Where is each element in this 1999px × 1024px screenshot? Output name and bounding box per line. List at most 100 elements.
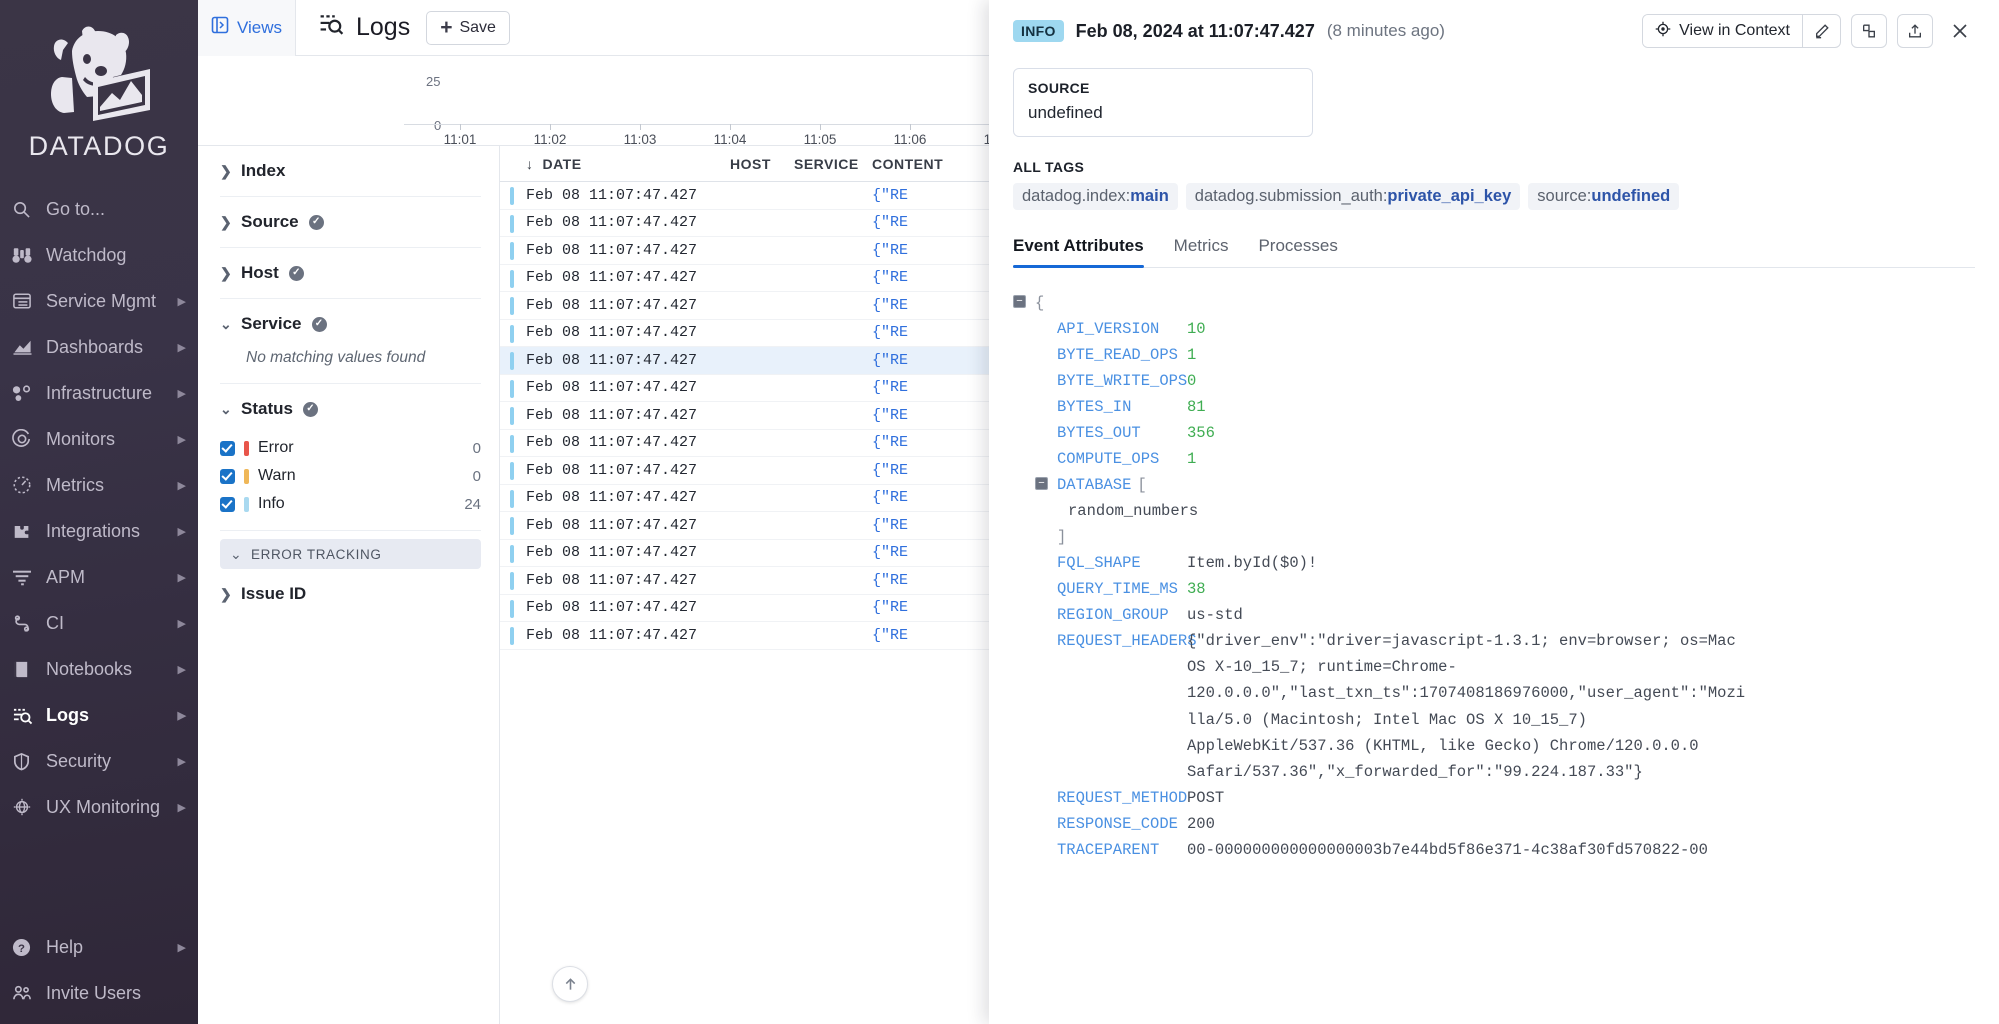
histogram-tick-label: 11:02 — [533, 132, 567, 147]
tab-metrics[interactable]: Metrics — [1174, 236, 1229, 267]
checkbox-icon[interactable] — [220, 468, 235, 484]
views-icon — [211, 16, 229, 39]
view-in-context-group: View in Context — [1642, 14, 1841, 48]
sidebar-item-apm[interactable]: APM ▶ — [0, 554, 198, 600]
nodes-icon — [12, 384, 46, 403]
facet-name: Index — [241, 161, 286, 180]
close-button[interactable] — [1943, 14, 1977, 48]
cell-date: Feb 08 11:07:47.427 — [526, 269, 698, 287]
json-key: DATABASE — [1057, 476, 1132, 495]
datadog-logo[interactable]: DATADOG — [0, 0, 198, 180]
status-color-bar — [244, 440, 249, 456]
json-attribute-row: QUERY_TIME_MS 38 — [1013, 576, 1975, 602]
tab-processes[interactable]: Processes — [1258, 236, 1337, 267]
sidebar-item-help[interactable]: ? Help ▶ — [0, 924, 198, 970]
scroll-to-top-button[interactable] — [552, 966, 588, 1002]
checkbox-icon[interactable] — [220, 440, 235, 456]
chevron-right-icon: ▶ — [177, 341, 186, 354]
sidebar-item-metrics[interactable]: Metrics ▶ — [0, 462, 198, 508]
facet-header[interactable]: ❯ Host ✓ — [220, 248, 481, 298]
facet-name: Status — [241, 399, 293, 418]
chart-icon — [12, 338, 46, 356]
column-header-service[interactable]: SERVICE — [794, 156, 872, 172]
cell-date: Feb 08 11:07:47.427 — [526, 186, 698, 204]
facet-header[interactable]: ❯ Issue ID — [220, 569, 481, 619]
copy-button[interactable] — [1851, 14, 1887, 48]
facet-header[interactable]: ❯ Source ✓ — [220, 197, 481, 247]
chevron-right-icon: ▶ — [177, 571, 186, 584]
sidebar-item-infrastructure[interactable]: Infrastructure ▶ — [0, 370, 198, 416]
chevron-down-icon: ⌄ — [220, 400, 232, 417]
json-attribute-row: REQUEST_HEADERS {"driver_env":"driver=jav… — [1013, 628, 1975, 784]
sidebar-item-label: Service Mgmt — [46, 290, 157, 311]
sidebar-item-ux-monitoring[interactable]: UX Monitoring ▶ — [0, 784, 198, 830]
column-header-date[interactable]: ↓ DATE — [526, 156, 730, 172]
relative-timestamp: (8 minutes ago) — [1326, 21, 1445, 40]
facet-header[interactable]: ⌄ Status ✓ — [220, 384, 481, 434]
facet-header[interactable]: ⌄ Service ✓ — [220, 299, 481, 349]
status-color-bar — [510, 517, 514, 535]
facet-value-count: 24 — [464, 495, 481, 513]
cell-date: Feb 08 11:07:47.427 — [526, 214, 698, 232]
views-button[interactable]: Views — [198, 0, 296, 56]
facet-header[interactable]: ❯ Index — [220, 146, 481, 196]
view-in-context-label: View in Context — [1679, 22, 1790, 39]
sidebar-item-label: CI — [46, 612, 64, 633]
view-in-context-button[interactable]: View in Context — [1643, 15, 1802, 47]
cell-date: Feb 08 11:07:47.427 — [526, 461, 698, 479]
sidebar-item-invite-users[interactable]: Invite Users — [0, 970, 198, 1016]
sidebar-item-watchdog[interactable]: Watchdog — [0, 232, 198, 278]
tag-item[interactable]: source:undefined — [1528, 183, 1680, 210]
sidebar-item-ci[interactable]: CI ▶ — [0, 600, 198, 646]
sidebar-item-dashboards[interactable]: Dashboards ▶ — [0, 324, 198, 370]
tag-item[interactable]: datadog.submission_auth:private_api_key — [1185, 183, 1521, 210]
json-array-row: − DATABASE [ — [1013, 472, 1975, 498]
column-header-host[interactable]: HOST — [730, 156, 794, 172]
facet-name: Host — [241, 263, 279, 282]
facet-value-error[interactable]: Error 0 — [220, 434, 481, 462]
share-button[interactable] — [1897, 14, 1933, 48]
sidebar-item-logs[interactable]: Logs ▶ — [0, 692, 198, 738]
sidebar-item-monitors[interactable]: Monitors ▶ — [0, 416, 198, 462]
sidebar-item-go-to[interactable]: Go to... — [0, 186, 198, 232]
chevron-right-icon: ▶ — [177, 755, 186, 768]
sidebar-item-label: Integrations — [46, 520, 141, 541]
json-value: 38 — [1187, 580, 1206, 599]
save-label: Save — [459, 18, 496, 36]
status-color-bar — [510, 269, 514, 288]
chevron-right-icon: ▶ — [177, 525, 186, 538]
json-value: 00-000000000000000003b7e44bd5f86e371-4c3… — [1187, 840, 1708, 859]
cell-date: Feb 08 11:07:47.427 — [526, 544, 698, 562]
json-key: REQUEST_HEADERS — [1057, 632, 1197, 651]
sidebar-item-service-mgmt[interactable]: Service Mgmt ▶ — [0, 278, 198, 324]
sidebar-item-integrations[interactable]: Integrations ▶ — [0, 508, 198, 554]
json-key: BYTES_IN — [1057, 398, 1132, 417]
collapse-toggle-icon[interactable]: − — [1013, 295, 1026, 308]
collapse-toggle-icon[interactable]: − — [1035, 477, 1048, 491]
sidebar-item-notebooks[interactable]: Notebooks ▶ — [0, 646, 198, 692]
chevron-right-icon: ▶ — [177, 479, 186, 492]
panel-body: SOURCE undefined ALL TAGS datadog.index:… — [989, 62, 1999, 1024]
binoculars-icon — [12, 246, 46, 265]
sidebar-item-label: Monitors — [46, 428, 116, 449]
save-button[interactable]: + Save — [426, 10, 510, 45]
facet-value-info[interactable]: Info 24 — [220, 490, 481, 518]
sidebar-item-security[interactable]: Security ▶ — [0, 738, 198, 784]
tab-event-attributes[interactable]: Event Attributes — [1013, 236, 1144, 268]
event-attributes-tree: − { API_VERSION 10 BYTE_READ_OPS 1 BYTE_WRIT… — [1013, 290, 1975, 863]
facet-value-warn[interactable]: Warn 0 — [220, 462, 481, 490]
sort-arrow-icon[interactable]: ↓ — [526, 156, 534, 172]
edit-button[interactable] — [1802, 15, 1840, 47]
chevron-right-icon: ❯ — [220, 585, 232, 602]
panel-actions: View in Context — [1642, 14, 1977, 48]
json-value: 1 — [1187, 346, 1197, 365]
tag-item[interactable]: datadog.index:main — [1013, 183, 1178, 210]
histogram-tick — [730, 124, 731, 130]
json-value: random_numbers — [1068, 502, 1199, 521]
facet-status: ⌄ Status ✓ Error 0 Warn 0 Info 24 — [220, 384, 481, 531]
status-color-bar — [510, 544, 514, 563]
facet-group-error-tracking[interactable]: ⌄ ERROR TRACKING — [220, 539, 481, 569]
checkbox-icon[interactable] — [220, 496, 235, 512]
json-key: REGION_GROUP — [1057, 606, 1169, 625]
crosshair-icon — [1655, 21, 1671, 42]
